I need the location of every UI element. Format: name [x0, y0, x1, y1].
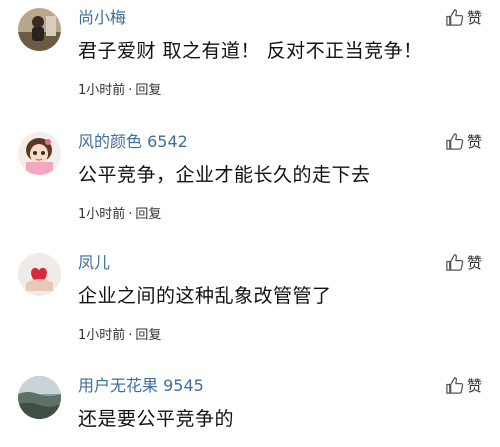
thumbs-up-icon [446, 377, 464, 394]
avatar[interactable] [18, 253, 61, 296]
user-avatar-icon [18, 8, 61, 51]
like-label: 赞 [466, 254, 482, 272]
timestamp: 1小时前 [78, 207, 126, 222]
comment-meta: 1小时前 · 回复 [78, 83, 161, 99]
timestamp: 1小时前 [78, 83, 126, 98]
reply-button[interactable]: 回复 [135, 328, 161, 343]
comment-text: 企业之间的这种乱象改管管了 [78, 285, 332, 307]
like-button[interactable]: 赞 [445, 375, 482, 396]
meta-separator: · [128, 328, 133, 343]
meta-separator: · [128, 207, 133, 222]
username[interactable]: 风的颜色 6542 [78, 132, 188, 152]
thumbs-up-icon [446, 133, 464, 150]
avatar[interactable] [18, 376, 61, 419]
like-button[interactable]: 赞 [445, 7, 482, 28]
user-avatar-icon [18, 253, 61, 296]
user-avatar-icon [18, 132, 61, 175]
comment-text: 还是要公平竞争的 [78, 408, 235, 430]
comment-meta: 1小时前 · 回复 [78, 328, 161, 344]
like-button[interactable]: 赞 [445, 131, 482, 152]
username[interactable]: 凤儿 [78, 253, 110, 273]
username[interactable]: 用户无花果 9545 [78, 376, 204, 396]
like-label: 赞 [466, 9, 482, 27]
avatar[interactable] [18, 132, 61, 175]
like-label: 赞 [466, 133, 482, 151]
avatar[interactable] [18, 8, 61, 51]
like-button[interactable]: 赞 [445, 252, 482, 273]
reply-button[interactable]: 回复 [135, 83, 161, 98]
meta-separator: · [128, 83, 133, 98]
username[interactable]: 尚小梅 [78, 8, 126, 28]
thumbs-up-icon [446, 9, 464, 26]
like-label: 赞 [466, 377, 482, 395]
user-avatar-icon [18, 376, 61, 419]
thumbs-up-icon [446, 254, 464, 271]
comment-text: 君子爱财 取之有道！ 反对不正当竞争！ [78, 40, 423, 62]
reply-button[interactable]: 回复 [135, 207, 161, 222]
comment-meta: 1小时前 · 回复 [78, 207, 161, 223]
timestamp: 1小时前 [78, 328, 126, 343]
comment-text: 公平竞争，企业才能长久的走下去 [78, 164, 371, 186]
